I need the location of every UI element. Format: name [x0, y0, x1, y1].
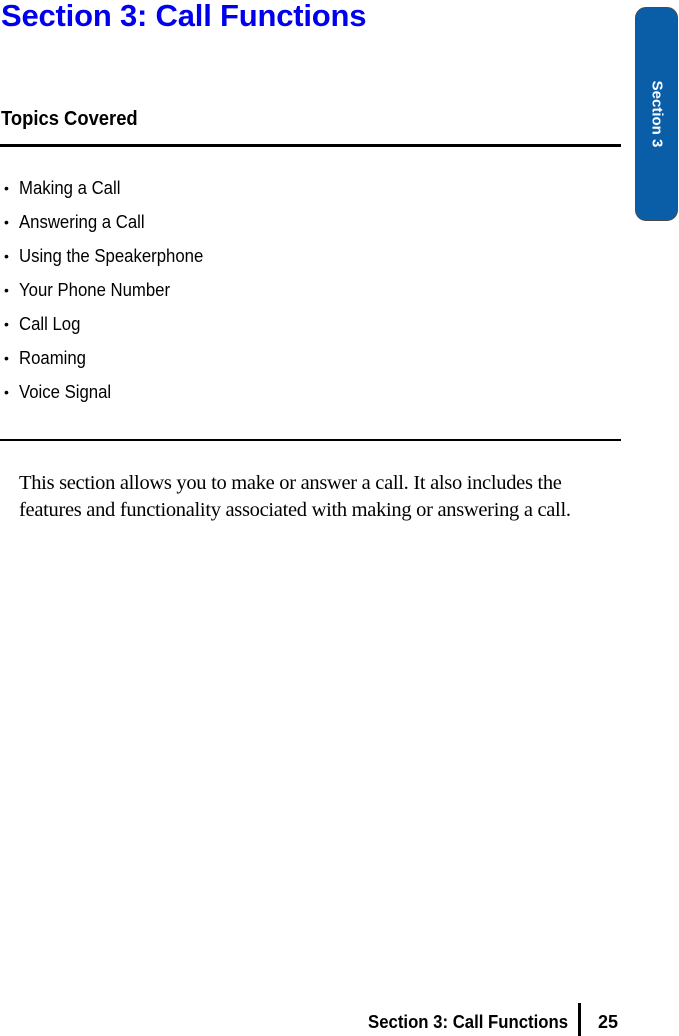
bullet-icon: •: [4, 248, 9, 264]
topic-item[interactable]: • Answering a Call: [0, 210, 217, 244]
topic-label: Call Log: [19, 314, 81, 334]
topic-item[interactable]: • Using the Speakerphone: [0, 244, 217, 278]
topic-item[interactable]: • Voice Signal: [0, 380, 217, 414]
page-title: Section 3: Call Functions: [1, 0, 367, 33]
topics-heading: Topics Covered: [1, 108, 138, 130]
footer-section-title: Section 3: Call Functions: [368, 1012, 568, 1032]
bullet-icon: •: [4, 282, 9, 298]
bullet-icon: •: [4, 180, 9, 196]
topic-label: Answering a Call: [19, 212, 145, 232]
bullet-icon: •: [4, 316, 9, 332]
topic-label: Using the Speakerphone: [19, 246, 204, 266]
bullet-icon: •: [4, 350, 9, 366]
bullet-icon: •: [4, 384, 9, 400]
topics-top-divider: [0, 144, 621, 147]
topics-list: • Making a Call • Answering a Call • Usi…: [0, 176, 217, 414]
bullet-icon: •: [4, 214, 9, 230]
topic-label: Your Phone Number: [19, 280, 171, 300]
footer-divider: [578, 1003, 581, 1036]
topics-bottom-divider: [0, 439, 621, 441]
page-number: 25: [598, 1012, 619, 1032]
topic-item[interactable]: • Your Phone Number: [0, 278, 217, 312]
topic-item[interactable]: • Call Log: [0, 312, 217, 346]
section-tab[interactable]: Section 3: [635, 7, 678, 221]
topic-label: Voice Signal: [19, 382, 112, 402]
page-footer: Section 3: Call Functions 25: [0, 1000, 679, 1036]
topic-label: Roaming: [19, 348, 87, 368]
intro-paragraph: This section allows you to make or answe…: [19, 472, 571, 521]
topic-label: Making a Call: [19, 178, 121, 198]
section-tab-label: Section 3: [648, 80, 665, 148]
topic-item[interactable]: • Roaming: [0, 346, 217, 380]
topic-item[interactable]: • Making a Call: [0, 176, 217, 210]
